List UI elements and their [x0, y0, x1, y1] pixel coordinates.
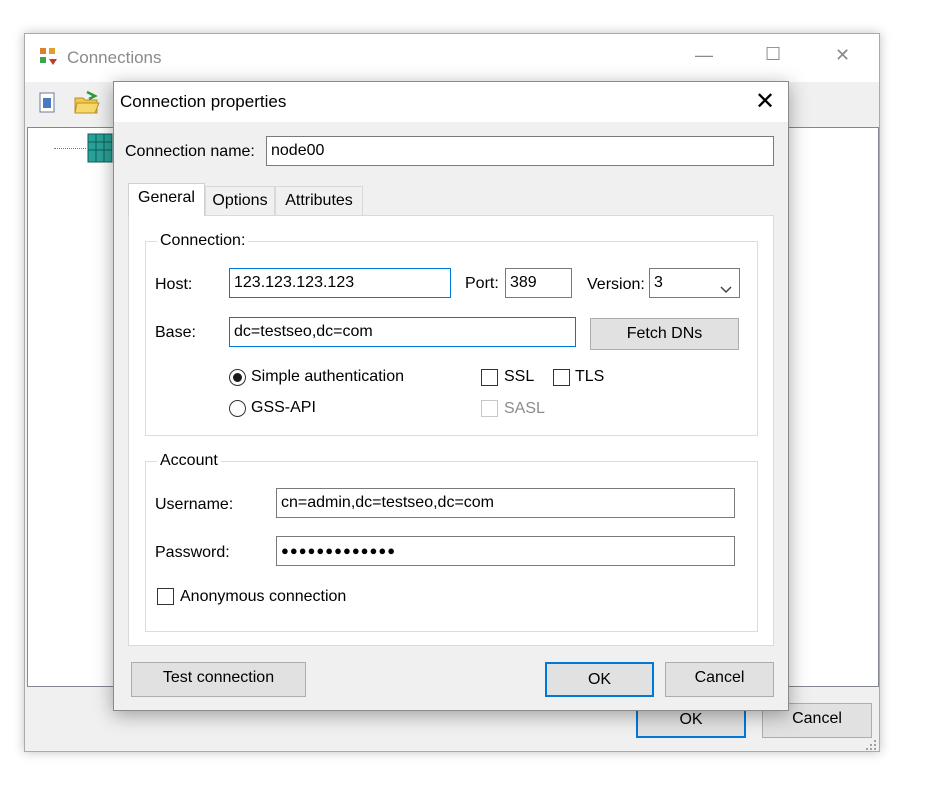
anonymous-connection-checkbox[interactable]	[157, 588, 174, 605]
connection-name-label: Connection name:	[125, 143, 255, 160]
username-input[interactable]: cn=admin,dc=testseo,dc=com	[276, 488, 735, 518]
tab-options[interactable]: Options	[205, 186, 275, 215]
test-connection-button[interactable]: Test connection	[131, 662, 306, 697]
dialog-ok-button[interactable]: OK	[545, 662, 654, 697]
minimize-button[interactable]: —	[695, 45, 713, 66]
connections-app-icon	[39, 46, 61, 68]
password-input[interactable]: ●●●●●●●●●●●●●	[276, 536, 735, 566]
maximize-button[interactable]: ☐	[765, 44, 781, 65]
host-input[interactable]: 123.123.123.123	[229, 268, 451, 298]
dialog-close-button[interactable]: ✕	[752, 87, 778, 116]
fetch-dns-button[interactable]: Fetch DNs	[590, 318, 739, 350]
window-close-button[interactable]: ✕	[835, 45, 850, 66]
anonymous-connection-label[interactable]: Anonymous connection	[180, 588, 346, 606]
connections-titlebar: Connections — ☐ ✕	[25, 34, 879, 82]
base-input[interactable]: dc=testseo,dc=com	[229, 317, 576, 347]
new-connection-icon[interactable]	[37, 91, 59, 115]
password-label: Password:	[155, 544, 230, 561]
connection-group-legend: Connection:	[157, 232, 249, 250]
chevron-down-icon	[720, 277, 732, 297]
gss-api-label[interactable]: GSS-API	[251, 399, 316, 417]
version-select-value: 3	[654, 274, 663, 291]
general-tab-panel: Connection: Host: 123.123.123.123 Port: …	[128, 215, 774, 646]
tree-connector	[54, 148, 86, 149]
tls-checkbox[interactable]	[553, 369, 570, 386]
open-folder-icon[interactable]	[73, 90, 101, 116]
connections-window-title: Connections	[67, 48, 162, 67]
dialog-title: Connection properties	[120, 92, 287, 111]
sasl-checkbox	[481, 400, 498, 417]
version-select[interactable]: 3	[649, 268, 740, 298]
port-label: Port:	[465, 275, 499, 292]
username-label: Username:	[155, 496, 234, 513]
simple-auth-label[interactable]: Simple authentication	[251, 368, 404, 386]
account-group-legend: Account	[157, 452, 221, 470]
port-input[interactable]: 389	[505, 268, 572, 298]
simple-auth-radio[interactable]	[229, 369, 246, 386]
ssl-checkbox[interactable]	[481, 369, 498, 386]
tab-general[interactable]: General	[128, 183, 205, 216]
dialog-cancel-button[interactable]: Cancel	[665, 662, 774, 697]
version-label: Version:	[587, 276, 645, 293]
tab-attributes[interactable]: Attributes	[275, 186, 363, 215]
server-node-icon[interactable]	[86, 132, 114, 164]
gss-api-radio[interactable]	[229, 400, 246, 417]
dialog-titlebar: Connection properties ✕	[114, 82, 788, 122]
host-label: Host:	[155, 276, 193, 293]
sasl-label: SASL	[504, 400, 545, 417]
connection-name-input[interactable]: node00	[266, 136, 774, 166]
tls-label[interactable]: TLS	[575, 368, 604, 386]
ssl-label[interactable]: SSL	[504, 368, 534, 386]
base-label: Base:	[155, 324, 196, 341]
connection-properties-dialog: Connection properties ✕ Connection name:…	[113, 81, 789, 711]
resize-grip-icon[interactable]	[865, 738, 877, 750]
